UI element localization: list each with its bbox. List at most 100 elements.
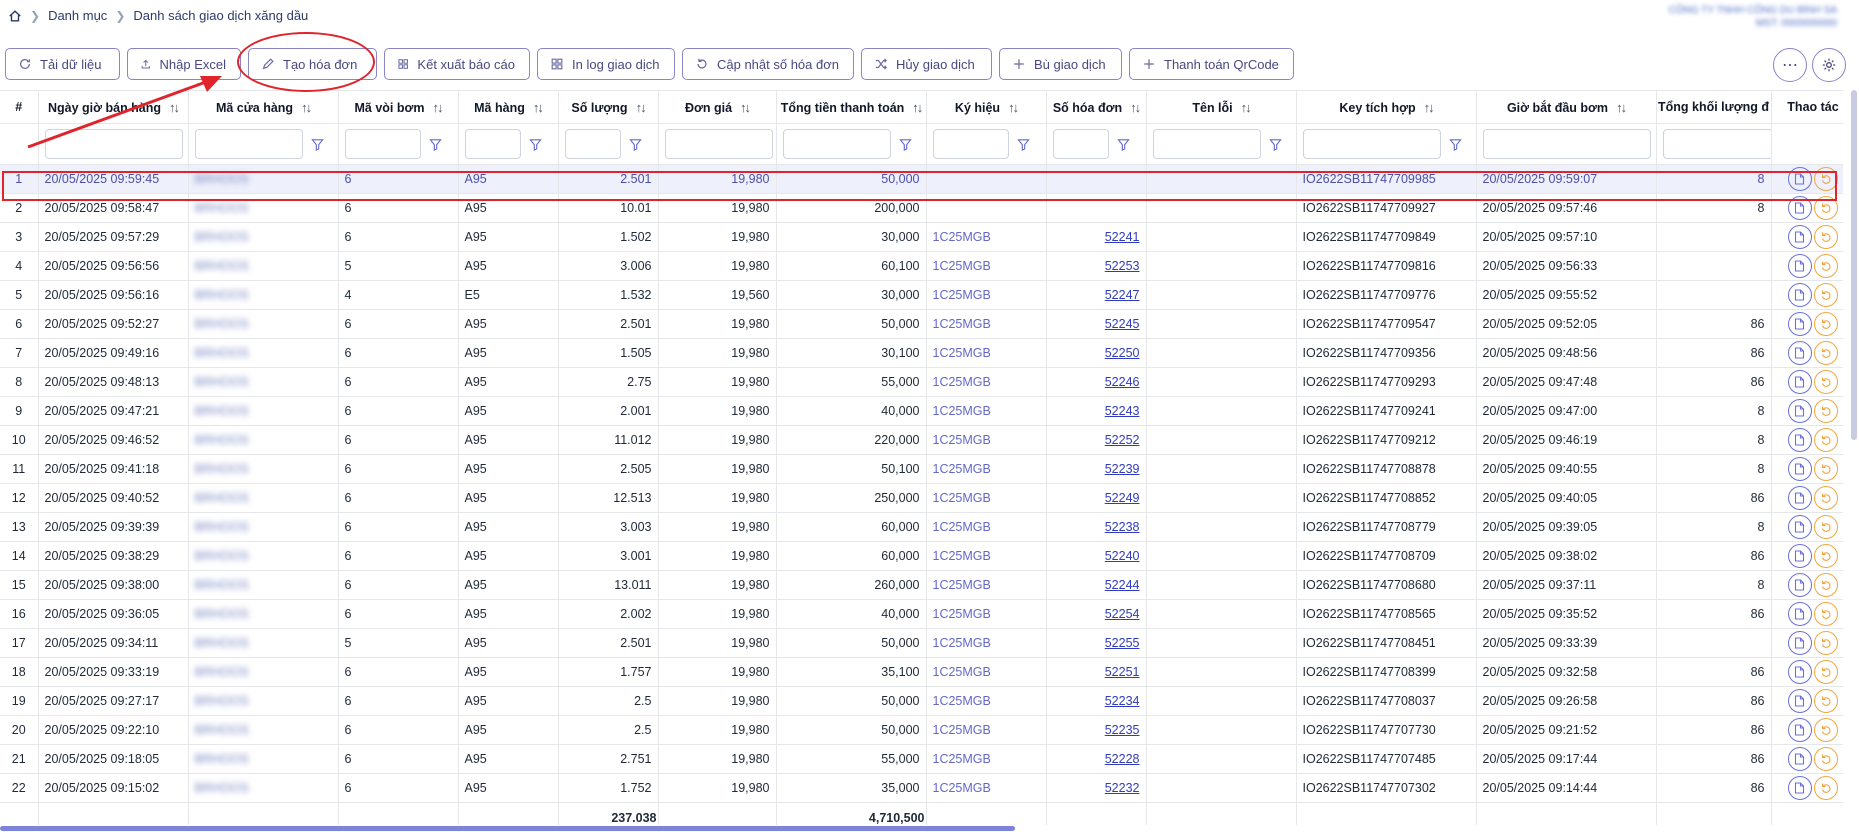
table-row[interactable]: 11 20/05/2025 09:41:18 BRHOOS 6 A95 2.505 19,9… [0,454,1843,484]
sort-icon[interactable]: ↑↓ [533,100,544,115]
view-invoice-icon[interactable] [1788,602,1812,626]
revert-icon[interactable] [1814,312,1838,336]
filter-input[interactable] [194,129,303,159]
filter-input[interactable] [464,129,521,159]
table-row[interactable]: 7 20/05/2025 09:49:16 BRHOOS 6 A95 1.505 19,98… [0,338,1843,368]
create-invoice-button[interactable]: Tạo hóa đơn [248,48,377,80]
table-row[interactable]: 17 20/05/2025 09:34:11 BRHOOS 5 A95 2.501 19,9… [0,628,1843,658]
view-invoice-icon[interactable] [1788,515,1812,539]
cell-inv[interactable]: 52232 [1046,773,1147,803]
filter-input[interactable] [932,129,1009,159]
column-header[interactable]: Mã vòi bơm ↑↓ [338,91,459,124]
more-options-button[interactable]: ⋯ [1773,48,1807,82]
view-invoice-icon[interactable] [1788,399,1812,423]
column-header[interactable]: Ký hiệu ↑↓ [926,91,1047,124]
cell-inv[interactable]: 52254 [1046,599,1147,629]
view-invoice-icon[interactable] [1788,428,1812,452]
invoice-link[interactable]: 52243 [1105,404,1140,418]
view-invoice-icon[interactable] [1788,167,1812,191]
cancel-transaction-button[interactable]: Hủy giao dịch [861,48,992,80]
filter-icon[interactable] [310,138,324,151]
cell-inv[interactable]: 52241 [1046,222,1147,252]
cell-inv[interactable]: 52252 [1046,425,1147,455]
sort-icon[interactable]: ↑↓ [740,100,751,115]
sort-icon[interactable]: ↑↓ [301,100,312,115]
filter-input[interactable] [344,129,421,159]
column-header[interactable]: Ngày giờ bán hàng ↑↓ [38,91,189,124]
view-invoice-icon[interactable] [1788,573,1812,597]
invoice-link[interactable]: 52255 [1105,636,1140,650]
export-report-button[interactable]: Kết xuất báo cáo [384,48,530,80]
table-row[interactable]: 4 20/05/2025 09:56:56 BRHOOS 5 A95 3.006 19,98… [0,251,1843,281]
view-invoice-icon[interactable] [1788,196,1812,220]
sort-icon[interactable]: ↑↓ [1241,100,1252,115]
cell-inv[interactable]: 52244 [1046,570,1147,600]
invoice-link[interactable]: 52232 [1105,781,1140,795]
cell-inv[interactable]: 52250 [1046,338,1147,368]
table-row[interactable]: 12 20/05/2025 09:40:52 BRHOOS 6 A95 12.513 19,… [0,483,1843,513]
invoice-link[interactable]: 52246 [1105,375,1140,389]
cell-inv[interactable]: 52243 [1046,396,1147,426]
revert-icon[interactable] [1814,486,1838,510]
cell-inv[interactable]: 52245 [1046,309,1147,339]
sort-icon[interactable]: ↑↓ [636,100,647,115]
revert-icon[interactable] [1814,689,1838,713]
column-header[interactable]: Tổng khối lượng đ [1656,91,1772,124]
horizontal-scrollbar[interactable] [0,826,1015,831]
home-icon[interactable] [8,9,22,23]
filter-input[interactable] [1052,129,1109,159]
revert-icon[interactable] [1814,167,1838,191]
cell-inv[interactable]: 52234 [1046,686,1147,716]
filter-icon[interactable] [1016,138,1030,151]
invoice-link[interactable]: 52238 [1105,520,1140,534]
table-row[interactable]: 2 20/05/2025 09:58:47 BRHOOS 6 A95 10.01 19,98… [0,193,1843,223]
compensate-transaction-button[interactable]: Bù giao dịch [999,48,1122,80]
invoice-link[interactable]: 52252 [1105,433,1140,447]
view-invoice-icon[interactable] [1788,776,1812,800]
table-row[interactable]: 3 20/05/2025 09:57:29 BRHOOS 6 A95 1.502 19,98… [0,222,1843,252]
import-excel-button[interactable]: Nhập Excel [127,48,241,80]
filter-icon[interactable] [1448,138,1462,151]
cell-inv[interactable]: 52238 [1046,512,1147,542]
invoice-link[interactable]: 52241 [1105,230,1140,244]
view-invoice-icon[interactable] [1788,283,1812,307]
settings-button[interactable] [1812,48,1846,82]
filter-input[interactable] [44,129,183,159]
filter-input[interactable] [1662,129,1770,159]
cell-inv[interactable]: 52240 [1046,541,1147,571]
sort-icon[interactable]: ↑↓ [1008,100,1019,115]
update-invoice-number-button[interactable]: Cập nhật số hóa đơn [682,48,854,80]
view-invoice-icon[interactable] [1788,718,1812,742]
revert-icon[interactable] [1814,457,1838,481]
print-log-button[interactable]: In log giao dịch [537,48,675,80]
invoice-link[interactable]: 52239 [1105,462,1140,476]
revert-icon[interactable] [1814,573,1838,597]
filter-icon[interactable] [1268,138,1282,151]
view-invoice-icon[interactable] [1788,457,1812,481]
invoice-link[interactable]: 52251 [1105,665,1140,679]
table-row[interactable]: 15 20/05/2025 09:38:00 BRHOOS 6 A95 13.011 19,… [0,570,1843,600]
revert-icon[interactable] [1814,718,1838,742]
table-row[interactable]: 6 20/05/2025 09:52:27 BRHOOS 6 A95 2.501 19,98… [0,309,1843,339]
cell-inv[interactable]: 52251 [1046,657,1147,687]
filter-icon[interactable] [898,138,912,151]
table-row[interactable]: 18 20/05/2025 09:33:19 BRHOOS 6 A95 1.757 19,9… [0,657,1843,687]
column-header[interactable]: Giờ bắt đầu bơm ↑↓ [1476,91,1657,124]
revert-icon[interactable] [1814,341,1838,365]
column-header[interactable]: Tên lỗi ↑↓ [1146,91,1297,124]
view-invoice-icon[interactable] [1788,631,1812,655]
reload-button[interactable]: Tải dữ liệu [5,48,120,80]
view-invoice-icon[interactable] [1788,370,1812,394]
revert-icon[interactable] [1814,515,1838,539]
sort-icon[interactable]: ↑↓ [433,100,444,115]
breadcrumb-item-danh-muc[interactable]: Danh mục [48,8,107,23]
filter-icon[interactable] [628,138,642,151]
cell-inv[interactable]: 52228 [1046,744,1147,774]
cell-inv[interactable]: 52253 [1046,251,1147,281]
view-invoice-icon[interactable] [1788,486,1812,510]
filter-icon[interactable] [1116,138,1130,151]
cell-inv[interactable]: 52239 [1046,454,1147,484]
filter-input[interactable] [782,129,891,159]
filter-input[interactable] [1482,129,1651,159]
invoice-link[interactable]: 52250 [1105,346,1140,360]
